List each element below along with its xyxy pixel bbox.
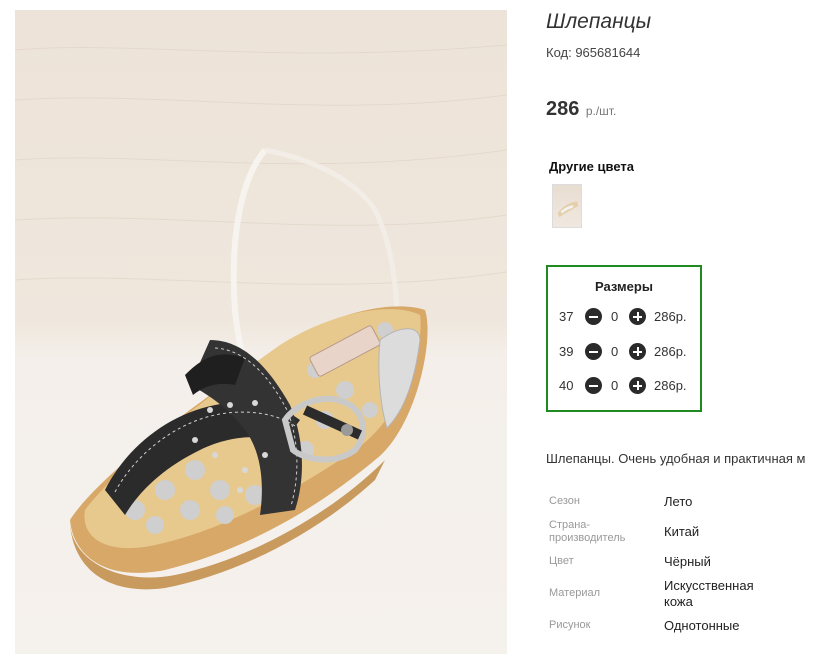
property-value: Чёрный — [664, 554, 711, 569]
property-value: Искусственная кожа — [664, 578, 754, 609]
property-key: Цвет — [549, 555, 574, 567]
increase-quantity-button[interactable] — [629, 343, 646, 360]
size-price: 286р. — [654, 309, 687, 324]
property-key: Материал — [549, 587, 600, 599]
property-value: Однотонные — [664, 618, 740, 633]
property-key: Рисунок — [549, 619, 591, 631]
size-label: 40 — [559, 378, 574, 393]
size-row: 37 0 286р. — [548, 307, 700, 327]
minus-icon — [589, 315, 598, 318]
other-colors-heading: Другие цвета — [549, 159, 634, 174]
size-row: 39 0 286р. — [548, 342, 700, 362]
product-description: Шлепанцы. Очень удобная и практичная м — [546, 451, 806, 466]
property-key: Сезон — [549, 495, 580, 507]
property-value: Лето — [664, 494, 693, 509]
quantity-value: 0 — [611, 309, 619, 324]
price-unit: р./шт. — [585, 104, 617, 118]
size-label: 37 — [559, 309, 574, 324]
sizes-heading: Размеры — [595, 279, 653, 294]
product-code: Код: 965681644 — [546, 45, 641, 60]
decrease-quantity-button[interactable] — [585, 343, 602, 360]
product-photo[interactable] — [15, 10, 507, 654]
increase-quantity-button[interactable] — [629, 377, 646, 394]
property-key: Страна- производитель — [549, 519, 626, 544]
quantity-value: 0 — [611, 344, 619, 359]
minus-icon — [589, 350, 598, 353]
product-title: Шлепанцы — [546, 10, 652, 33]
size-row: 40 0 286р. — [548, 376, 700, 396]
sizes-panel: Размеры 37 0 286р. 39 0 286р. 40 0 286р. — [546, 265, 702, 412]
minus-icon — [589, 384, 598, 387]
product-price: 286 р./шт. — [546, 98, 616, 121]
size-price: 286р. — [654, 344, 687, 359]
property-value: Китай — [664, 524, 700, 539]
increase-quantity-button[interactable] — [629, 308, 646, 325]
decrease-quantity-button[interactable] — [585, 377, 602, 394]
price-value: 286 — [546, 98, 580, 120]
quantity-value: 0 — [611, 378, 619, 393]
decrease-quantity-button[interactable] — [585, 308, 602, 325]
color-variant-thumbnail[interactable] — [552, 184, 582, 228]
size-label: 39 — [559, 344, 574, 359]
size-price: 286р. — [654, 378, 687, 393]
